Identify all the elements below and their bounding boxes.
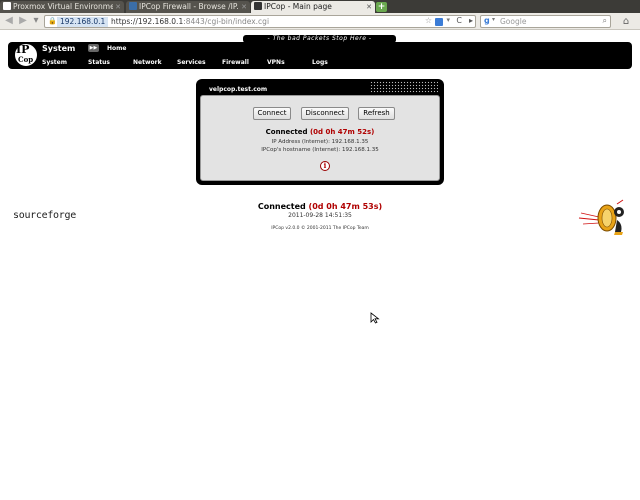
reload-icon[interactable]: C xyxy=(456,16,462,25)
forward-arrow-icon[interactable]: ▶ xyxy=(17,15,29,27)
connection-panel-body: Connect Disconnect Refresh Connected (0d… xyxy=(200,95,440,181)
new-tab-icon[interactable]: + xyxy=(376,2,387,12)
url-domain-badge[interactable]: 192.168.0.1 xyxy=(57,17,109,27)
browser-tab-strip: Proxmox Virtual Environment ✕ IPCop Fire… xyxy=(0,0,640,13)
feed-icon[interactable] xyxy=(435,18,443,26)
ipcop-header: IP Cop System ▶▶ Home System Status Netw… xyxy=(8,42,632,69)
mouse-cursor-icon xyxy=(370,312,380,324)
menu-item-network[interactable]: Network xyxy=(133,59,162,66)
home-link[interactable]: Home xyxy=(107,45,126,52)
section-title: System xyxy=(42,44,76,53)
search-placeholder: Google xyxy=(500,17,527,26)
ip-address-line: IP Address (Internet): 192.168.1.35 xyxy=(271,139,369,145)
connection-duration: (0d 0h 47m 52s) xyxy=(309,128,375,136)
footer-datetime: 2011-09-28 14:51:35 xyxy=(288,212,352,219)
menu-item-services[interactable]: Services xyxy=(177,59,206,66)
proxmox-favicon-icon xyxy=(3,2,11,10)
google-icon[interactable]: g xyxy=(484,16,490,25)
connection-status: Connected (0d 0h 47m 52s) xyxy=(265,128,375,136)
home-icon[interactable]: ⌂ xyxy=(619,15,633,28)
back-arrow-icon[interactable]: ◀ xyxy=(3,15,15,27)
footer-copyright: IPCop v2.0.0 © 2001-2011 The IPCop Team xyxy=(271,226,369,231)
tab-ipcop-main[interactable]: IPCop - Main page ✕ xyxy=(251,1,375,13)
hostname-title: velpcop.test.com xyxy=(209,86,268,93)
go-arrow-icon[interactable]: ▸ xyxy=(469,16,473,25)
browser-navigation-bar: ◀ ▶ ▾ 🔒 192.168.0.1 https://192.168.0.1:… xyxy=(0,13,640,30)
disconnect-button[interactable]: Disconnect xyxy=(301,107,349,120)
refresh-button[interactable]: Refresh xyxy=(358,107,395,120)
dropdown-arrow-icon[interactable]: ▾ xyxy=(30,15,42,27)
security-lock-icon[interactable]: 🔒 xyxy=(48,17,57,25)
ipcop-favicon-icon xyxy=(254,2,262,10)
info-icon[interactable]: i xyxy=(320,161,330,171)
bookmark-star-icon[interactable]: ☆ xyxy=(425,16,432,25)
search-engine-dropdown-icon[interactable]: ▾ xyxy=(492,16,495,23)
url-text[interactable]: https://192.168.0.1:8443/cgi-bin/index.c… xyxy=(111,16,269,27)
tab-proxmox[interactable]: Proxmox Virtual Environment ✕ xyxy=(0,1,124,13)
hostname-line: IPCop's hostname (Internet): 192.168.1.3… xyxy=(261,147,379,153)
history-dropdown-icon[interactable]: ▾ xyxy=(446,16,450,24)
menu-item-system[interactable]: System xyxy=(42,59,67,66)
sourceforge-logo[interactable]: sourceforge xyxy=(13,210,76,221)
footer-connection-status: Connected (0d 0h 47m 53s) xyxy=(257,202,383,211)
url-bar[interactable]: 🔒 192.168.0.1 https://192.168.0.1:8443/c… xyxy=(44,15,476,28)
search-icon[interactable]: ⌕ xyxy=(603,16,607,26)
ipcop-mascot-icon xyxy=(578,199,624,235)
footer-duration: (0d 0h 47m 53s) xyxy=(308,202,383,211)
tab-ipcop-browse[interactable]: IPCop Firewall - Browse /IP... ✕ xyxy=(126,1,250,13)
search-input[interactable]: g ▾ Google ⌕ xyxy=(480,15,611,28)
menu-item-status[interactable]: Status xyxy=(88,59,110,66)
main-menu: System Status Network Services Firewall … xyxy=(8,56,632,69)
connection-panel: velpcop.test.com Connect Disconnect Refr… xyxy=(196,79,444,185)
connect-button[interactable]: Connect xyxy=(253,107,291,120)
tab-close-icon[interactable]: ✕ xyxy=(241,1,247,13)
fast-forward-icon: ▶▶ xyxy=(88,44,99,52)
tab-close-icon[interactable]: ✕ xyxy=(115,1,121,13)
menu-item-logs[interactable]: Logs xyxy=(312,59,328,66)
menu-item-vpns[interactable]: VPNs xyxy=(267,59,285,66)
menu-item-firewall[interactable]: Firewall xyxy=(222,59,249,66)
dotted-decoration xyxy=(370,81,438,93)
tab-close-icon[interactable]: ✕ xyxy=(366,1,372,13)
ipcop-favicon-icon xyxy=(129,2,137,10)
